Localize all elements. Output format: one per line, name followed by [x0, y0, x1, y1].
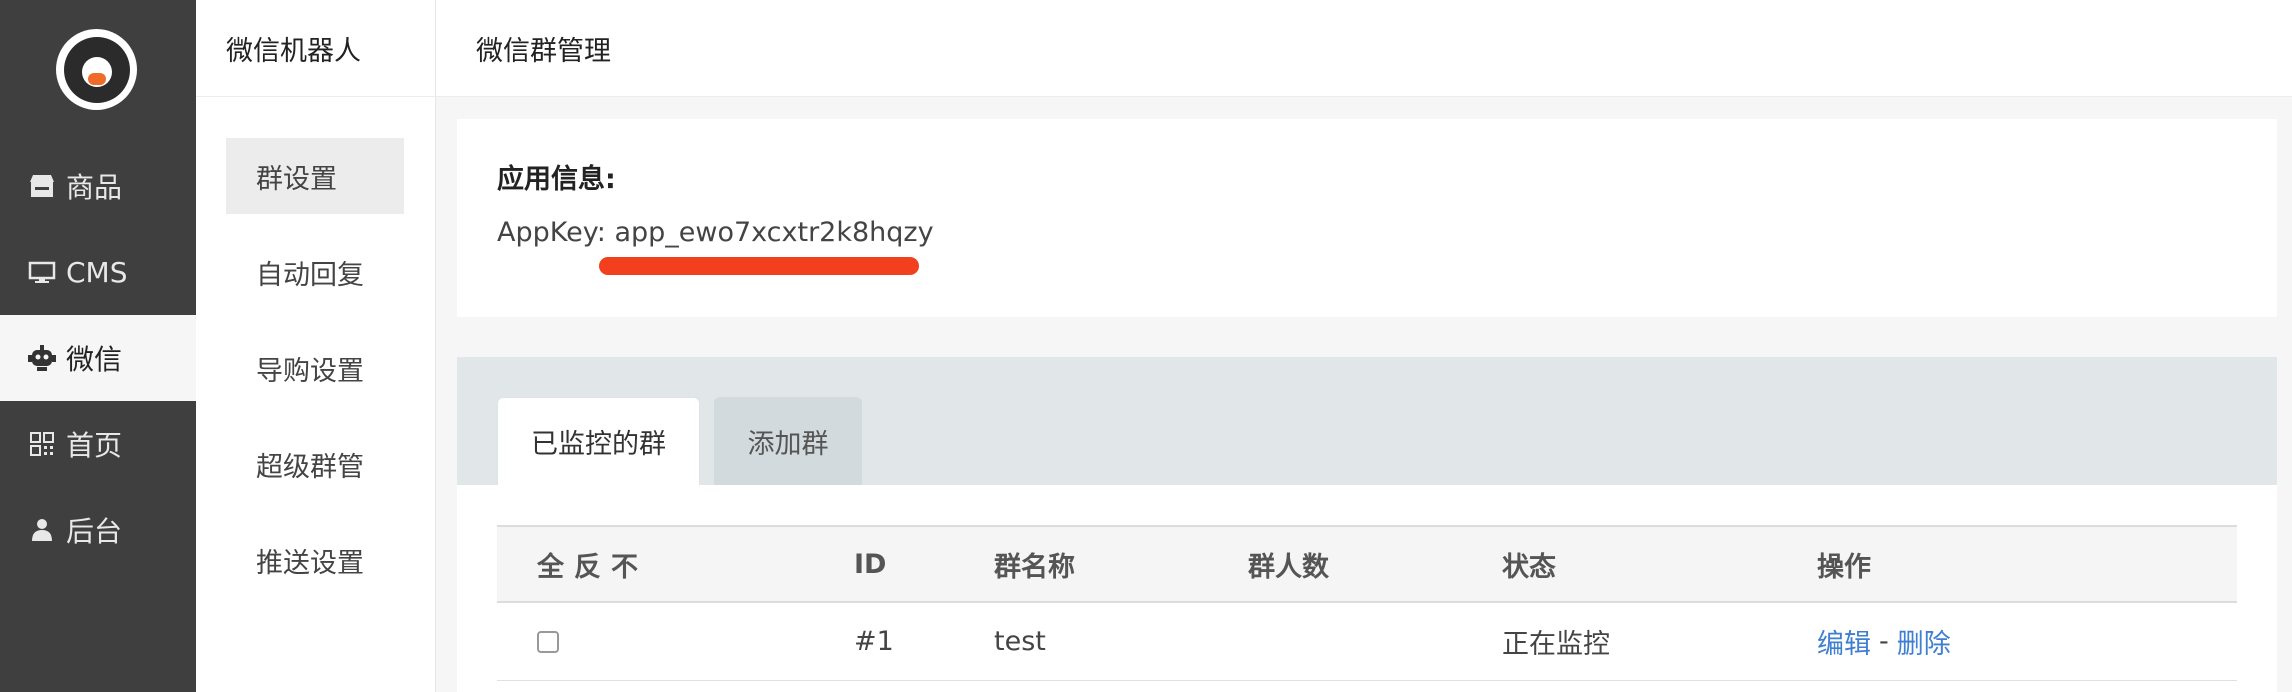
edit-link[interactable]: 编辑	[1817, 622, 1871, 661]
sidebar-item-wechat[interactable]: 微信	[0, 315, 196, 401]
row-select-cell	[537, 603, 559, 680]
select-none-button[interactable]: 不	[611, 545, 638, 584]
sidebar-item-admin[interactable]: 后台	[0, 487, 196, 573]
table-header: 全 反 不 ID 群名称 群人数 状态 操作	[497, 525, 2237, 603]
subnav-item-group-settings[interactable]: 群设置	[226, 138, 404, 214]
monitor-icon	[28, 258, 56, 286]
sidebar-item-label: 微信	[66, 343, 123, 376]
redaction-highlight	[599, 257, 919, 275]
row-status: 正在监控	[1502, 629, 1610, 660]
sidebar-item-label: 商品	[66, 171, 123, 204]
tab-monitored-groups[interactable]: 已监控的群	[497, 397, 700, 485]
column-header-status: 状态	[1502, 551, 1556, 583]
subnav-item-push-settings[interactable]: 推送设置	[226, 522, 404, 598]
pig-logo-icon	[63, 36, 130, 103]
sidebar-item-cms[interactable]: CMS	[0, 229, 196, 315]
tabs-bar: 已监控的群 添加群	[457, 357, 2277, 485]
row-id: #1	[854, 626, 894, 657]
subnav-item-super-admin[interactable]: 超级群管	[226, 426, 404, 502]
groups-table: 全 反 不 ID 群名称 群人数 状态 操作 #1 test 正在监控 编辑 -…	[457, 485, 2277, 692]
row-group-name: test	[994, 626, 1046, 657]
appkey-line: AppKey: app_ewo7xcxtr2k8hqzy	[497, 217, 934, 248]
app-logo[interactable]	[56, 29, 137, 110]
sidebar-item-products[interactable]: 商品	[0, 143, 196, 229]
column-header-actions: 操作	[1817, 551, 1871, 583]
column-header-group-name: 群名称	[994, 551, 1075, 583]
user-icon	[28, 516, 56, 544]
appkey-value: app_ewo7xcxtr2k8hqzy	[614, 217, 934, 248]
secondary-sidebar: 微信机器人 群设置 自动回复 导购设置 超级群管 推送设置	[196, 0, 436, 692]
action-separator: -	[1879, 626, 1889, 657]
tab-add-group[interactable]: 添加群	[714, 397, 862, 485]
row-checkbox[interactable]	[537, 630, 559, 653]
app-info-card: 应用信息: AppKey: app_ewo7xcxtr2k8hqzy	[457, 119, 2277, 317]
page-header: 微信群管理	[436, 0, 2292, 97]
sidebar-item-label: 后台	[66, 515, 123, 548]
delete-link[interactable]: 删除	[1897, 622, 1951, 661]
subnav-item-shopping-guide[interactable]: 导购设置	[226, 330, 404, 406]
qrcode-icon	[28, 430, 56, 458]
row-actions: 编辑 - 删除	[1817, 603, 1951, 680]
sidebar-item-label: CMS	[66, 255, 128, 289]
column-header-id: ID	[854, 548, 887, 580]
app-info-title: 应用信息:	[497, 164, 616, 195]
sidebar-item-home[interactable]: 首页	[0, 401, 196, 487]
select-all-button[interactable]: 全	[537, 545, 564, 584]
subnav-title: 微信机器人	[196, 0, 436, 97]
main-sidebar: 商品 CMS 微信 首页 后台	[0, 0, 196, 692]
robot-icon	[28, 344, 56, 372]
table-row: #1 test 正在监控 编辑 - 删除	[497, 603, 2237, 681]
store-icon	[28, 172, 56, 200]
appkey-label: AppKey:	[497, 217, 606, 248]
column-header-member-count: 群人数	[1248, 551, 1329, 583]
sidebar-item-label: 首页	[66, 429, 123, 462]
select-invert-button[interactable]: 反	[574, 545, 601, 584]
subnav-item-auto-reply[interactable]: 自动回复	[226, 234, 404, 310]
page-title: 微信群管理	[476, 35, 611, 67]
selection-controls: 全 反 不	[537, 527, 648, 601]
